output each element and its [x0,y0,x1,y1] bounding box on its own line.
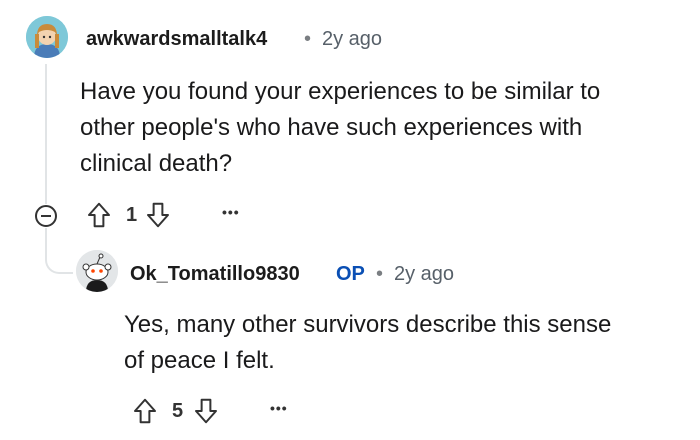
reply-vote-bar: 5 [130,396,221,426]
thread-line-branch [45,228,73,274]
minus-icon [41,215,51,217]
reply-avatar[interactable] [76,250,118,292]
comment-body-line: Have you found your experiences to be si… [80,78,601,105]
thread-line [45,64,47,204]
comment-body: Have you found your experiences to be si… [80,74,680,182]
downvote-icon[interactable] [143,200,173,230]
comment-username[interactable]: awkwardsmalltalk4 [86,28,267,51]
cartoon-avatar-icon [26,16,68,58]
comment-body-line: other people's who have such experiences… [80,114,583,141]
vote-count: 5 [172,399,184,422]
reply-body-line: of peace I felt. [124,347,275,374]
snoo-avatar-icon [76,250,118,292]
upvote-icon[interactable] [84,200,114,230]
reply-body-line: Yes, many other survivors describe this … [124,311,612,338]
more-options-button[interactable]: ••• [222,204,240,220]
op-badge: OP [336,263,365,285]
comment-body-line: clinical death? [80,150,233,177]
vote-count: 1 [126,203,138,226]
collapse-thread-button[interactable] [35,205,57,227]
comment-vote-bar: 1 [84,200,173,230]
downvote-icon[interactable] [191,396,221,426]
comment-timestamp[interactable]: 2y ago [322,28,382,51]
avatar[interactable] [26,16,68,58]
separator-dot: • [376,263,384,285]
upvote-icon[interactable] [130,396,160,426]
reply-body: Yes, many other survivors describe this … [124,307,684,379]
separator-dot: • [304,28,312,50]
reply-username[interactable]: Ok_Tomatillo9830 [130,263,300,286]
reply-timestamp[interactable]: 2y ago [394,263,454,286]
more-options-button[interactable]: ••• [270,400,288,416]
